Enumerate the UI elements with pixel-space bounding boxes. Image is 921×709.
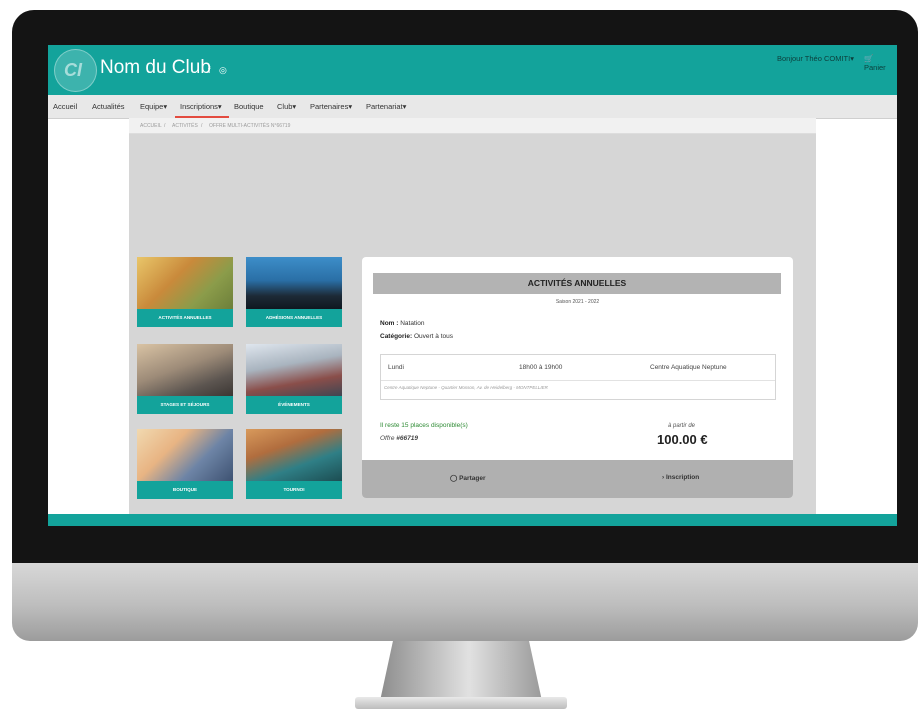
- offer-number: Offre #66719: [380, 435, 418, 442]
- breadcrumb-current: OFFRE MULTI-ACTIVITÉS N°66719: [209, 123, 291, 129]
- breadcrumb-activities[interactable]: ACTIVITÉS: [172, 123, 198, 129]
- shop-photo: [137, 429, 233, 481]
- offer-id: #66719: [396, 435, 418, 442]
- nav-accueil[interactable]: Accueil: [53, 102, 77, 111]
- offer-card: ACTIVITÉS ANNUELLES Saison 2021 - 2022 N…: [362, 257, 793, 498]
- monitor-chin: [12, 563, 918, 641]
- club-name[interactable]: Nom du Club: [100, 57, 211, 79]
- activities-photo: [137, 257, 233, 309]
- breadcrumb-separator: /: [201, 123, 203, 129]
- nav-boutique[interactable]: Boutique: [234, 102, 264, 111]
- signup-label: Inscription: [665, 474, 700, 481]
- memberships-photo: [246, 257, 342, 309]
- tile-tournoi[interactable]: TOURNOI: [246, 429, 342, 499]
- tile-label: ÉVÉNEMENTS: [246, 396, 342, 414]
- schedule-day: Lundi: [388, 364, 404, 371]
- nav-actualites[interactable]: Actualités: [92, 102, 125, 111]
- events-photo: [246, 344, 342, 396]
- nav-partenaires[interactable]: Partenaires▾: [310, 102, 352, 111]
- name-field: Nom : Natation: [380, 320, 424, 327]
- share-icon: ◯: [450, 475, 458, 482]
- schedule-table: Lundi 18h00 à 19h00 Centre Aquatique Nep…: [380, 354, 776, 400]
- breadcrumb-home[interactable]: ACCUEIL: [140, 123, 162, 129]
- site-header: CI Nom du Club f ◎ Bonjour Théo COMITI▾ …: [48, 45, 897, 95]
- monitor-stand-base: [355, 697, 567, 709]
- tile-adhesions-annuelles[interactable]: ADHÉSIONS ANNUELLES: [246, 257, 342, 327]
- screen: CI Nom du Club f ◎ Bonjour Théo COMITI▾ …: [48, 45, 897, 526]
- nav-equipe[interactable]: Equipe▾: [140, 102, 167, 111]
- card-actions: ◯ Partager › Inscription: [362, 460, 793, 498]
- category-label: Catégorie:: [380, 333, 413, 340]
- category-field: Catégorie: Ouvert à tous: [380, 333, 453, 340]
- offer-label: Offre: [380, 435, 395, 442]
- tile-label: BOUTIQUE: [137, 481, 233, 499]
- category-value: Ouvert à tous: [413, 333, 453, 340]
- tile-label: ADHÉSIONS ANNUELLES: [246, 309, 342, 327]
- club-logo[interactable]: CI: [54, 49, 97, 92]
- tile-label: ACTIVITÉS ANNUELLES: [137, 309, 233, 327]
- page-content: ACCUEIL / ACTIVITÉS / OFFRE MULTI-ACTIVI…: [129, 118, 816, 514]
- schedule-address: Centre Aquatique Neptune - Quartier Moss…: [384, 385, 548, 390]
- remaining-places: Il reste 15 places disponible(s): [380, 422, 468, 429]
- instagram-icon[interactable]: ◎: [219, 65, 227, 75]
- breadcrumb-separator: /: [164, 123, 166, 129]
- tile-boutique[interactable]: BOUTIQUE: [137, 429, 233, 499]
- cart-link[interactable]: 🛒 Panier: [864, 54, 897, 72]
- facebook-icon[interactable]: f: [208, 65, 211, 75]
- share-button[interactable]: ◯ Partager: [450, 474, 485, 482]
- main-nav: Accueil Actualités Equipe▾ Inscriptions▾…: [48, 95, 897, 119]
- schedule-time: 18h00 à 19h00: [519, 364, 563, 371]
- share-label: Partager: [459, 475, 486, 482]
- nav-inscriptions[interactable]: Inscriptions▾: [180, 102, 222, 111]
- nav-club[interactable]: Club▾: [277, 102, 296, 111]
- chevron-right-icon: ›: [662, 474, 665, 481]
- name-value: Natation: [400, 320, 425, 327]
- season: Saison 2021 - 2022: [555, 299, 600, 305]
- price-from-label: à partir de: [668, 423, 696, 429]
- schedule-row: Lundi 18h00 à 19h00 Centre Aquatique Nep…: [381, 355, 775, 381]
- tile-label: TOURNOI: [246, 481, 342, 499]
- logo-text: CI: [64, 60, 82, 80]
- social-links: f ◎: [208, 65, 233, 76]
- name-label: Nom :: [380, 320, 399, 327]
- monitor-stand: [380, 641, 542, 701]
- price: 100.00 €: [657, 432, 708, 447]
- tile-evenements[interactable]: ÉVÉNEMENTS: [246, 344, 342, 414]
- tile-stages-sejours[interactable]: STAGES ET SÉJOURS: [137, 344, 233, 414]
- camps-photo: [137, 344, 233, 396]
- breadcrumb: ACCUEIL / ACTIVITÉS / OFFRE MULTI-ACTIVI…: [129, 118, 816, 134]
- tournament-photo: [246, 429, 342, 481]
- tile-label: STAGES ET SÉJOURS: [137, 396, 233, 414]
- card-title: ACTIVITÉS ANNUELLES: [373, 273, 781, 294]
- signup-button[interactable]: › Inscription: [662, 474, 699, 481]
- footer-bar: [48, 514, 897, 526]
- tile-activites-annuelles[interactable]: ACTIVITÉS ANNUELLES: [137, 257, 233, 327]
- schedule-venue: Centre Aquatique Neptune: [650, 364, 727, 371]
- nav-partenariat[interactable]: Partenariat▾: [366, 102, 406, 111]
- user-menu[interactable]: Bonjour Théo COMITI▾: [777, 54, 854, 63]
